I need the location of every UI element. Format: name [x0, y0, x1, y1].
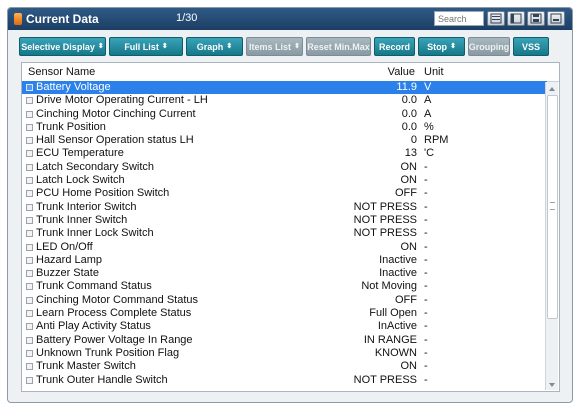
header-sensor-name[interactable]: Sensor Name — [28, 66, 95, 78]
row-checkbox[interactable] — [26, 203, 33, 211]
table-row[interactable]: Battery Power Voltage In Range IN RANGE - — [22, 334, 547, 347]
header-value[interactable]: Value — [388, 66, 415, 78]
table-row[interactable]: Latch Secondary Switch ON - — [22, 161, 547, 174]
row-checkbox[interactable] — [26, 97, 33, 105]
table-row[interactable]: Trunk Inner Lock Switch NOT PRESS - — [22, 227, 547, 240]
dropdown-icon: ⬍ — [161, 43, 168, 50]
row-checkbox[interactable] — [26, 376, 33, 384]
table-row[interactable]: Buzzer State Inactive - — [22, 267, 547, 280]
row-checkbox[interactable] — [26, 137, 33, 145]
list-view-icon[interactable] — [507, 11, 525, 26]
row-checkbox[interactable] — [26, 336, 33, 344]
row-checkbox[interactable] — [26, 296, 33, 304]
row-checkbox[interactable] — [26, 256, 33, 264]
row-checkbox[interactable] — [26, 323, 33, 331]
table-row[interactable]: PCU Home Position Switch OFF - — [22, 187, 547, 200]
grouping-button[interactable]: Grouping — [468, 37, 510, 56]
table-row[interactable]: LED On/Off ON - — [22, 241, 547, 254]
sensor-data-table: Sensor Name Value Unit Battery Voltage 11… — [21, 62, 560, 392]
table-row[interactable]: Trunk Command Status Not Moving - — [22, 280, 547, 293]
header-unit[interactable]: Unit — [424, 66, 444, 78]
stop-button[interactable]: Stop ⬍ — [418, 37, 465, 56]
minimize-icon[interactable] — [547, 11, 565, 26]
row-checkbox[interactable] — [26, 310, 33, 318]
window-icon — [14, 13, 22, 25]
row-checkbox[interactable] — [26, 230, 33, 238]
table-row[interactable]: Hall Sensor Operation status LH 0 RPM — [22, 134, 547, 147]
window-title: Current Data — [26, 12, 99, 26]
table-row[interactable]: Trunk Master Switch ON - — [22, 360, 547, 373]
table-row[interactable]: Trunk Interior Switch NOT PRESS - — [22, 201, 547, 214]
row-checkbox[interactable] — [26, 349, 33, 357]
table-row[interactable]: Trunk Outer Handle Switch NOT PRESS - — [22, 374, 547, 387]
current-data-window: Current Data 1/30 Selective Display⬍ Ful… — [7, 7, 573, 403]
search-icon[interactable] — [487, 11, 505, 26]
record-button[interactable]: Record — [374, 37, 415, 56]
selective-display-button[interactable]: Selective Display ⬍ — [19, 37, 106, 56]
vss-button[interactable]: VSS — [513, 37, 549, 56]
table-row[interactable]: Cinching Motor Cinching Current 0.0 A — [22, 108, 547, 121]
row-checkbox[interactable] — [26, 163, 33, 171]
row-checkbox[interactable] — [26, 190, 33, 198]
graph-button[interactable]: Graph ⬍ — [186, 37, 243, 56]
table-header: Sensor Name Value Unit — [22, 63, 559, 82]
table-row[interactable]: Latch Lock Switch ON - — [22, 174, 547, 187]
scrollbar-thumb[interactable] — [547, 95, 558, 319]
table-row[interactable]: ECU Temperature 13 'C — [22, 147, 547, 160]
table-row[interactable]: Learn Process Complete Status Full Open - — [22, 307, 547, 320]
row-checkbox[interactable] — [26, 363, 33, 371]
row-checkbox[interactable] — [26, 270, 33, 278]
dropdown-icon: ⬍ — [450, 43, 456, 50]
full-list-button[interactable]: Full List ⬍ — [109, 37, 183, 56]
reset-min-max-button[interactable]: Reset Min.Max — [306, 37, 371, 56]
row-checkbox[interactable] — [26, 177, 33, 185]
dropdown-icon: ⬍ — [226, 43, 233, 50]
title-bar: Current Data 1/30 — [8, 8, 572, 30]
save-icon[interactable] — [527, 11, 545, 26]
row-checkbox[interactable] — [26, 243, 33, 251]
table-body: Battery Voltage 11.9 V Drive Motor Operati… — [22, 81, 547, 387]
row-checkbox[interactable] — [26, 150, 33, 158]
row-checkbox[interactable] — [26, 216, 33, 224]
dropdown-icon: ⬍ — [294, 43, 300, 50]
table-row[interactable]: Trunk Position 0.0% — [22, 121, 547, 134]
table-row[interactable]: Cinching Motor Command Status OFF - — [22, 294, 547, 307]
dropdown-icon: ⬍ — [97, 43, 104, 50]
vertical-scrollbar[interactable] — [545, 82, 558, 390]
row-checkbox[interactable] — [26, 123, 33, 131]
scroll-up-icon[interactable] — [546, 82, 558, 94]
table-row[interactable]: Anti Play Activity Status InActive - — [22, 320, 547, 333]
table-row[interactable]: Drive Motor Operating Current - LH 0.0 A — [22, 94, 547, 107]
table-row[interactable]: Unknown Trunk Position Flag KNOWN - — [22, 347, 547, 360]
scroll-down-icon[interactable] — [546, 378, 558, 390]
items-list-button[interactable]: Items List ⬍ — [246, 37, 303, 56]
search-input[interactable] — [434, 11, 484, 26]
table-row[interactable]: Trunk Inner Switch NOT PRESS - — [22, 214, 547, 227]
item-count: 1/30 — [176, 12, 198, 24]
table-row[interactable]: Battery Voltage 11.9 V — [22, 81, 547, 95]
table-row[interactable]: Hazard Lamp Inactive - — [22, 254, 547, 267]
row-checkbox[interactable] — [26, 110, 33, 118]
row-checkbox[interactable] — [26, 283, 33, 291]
row-checkbox[interactable] — [26, 84, 33, 91]
